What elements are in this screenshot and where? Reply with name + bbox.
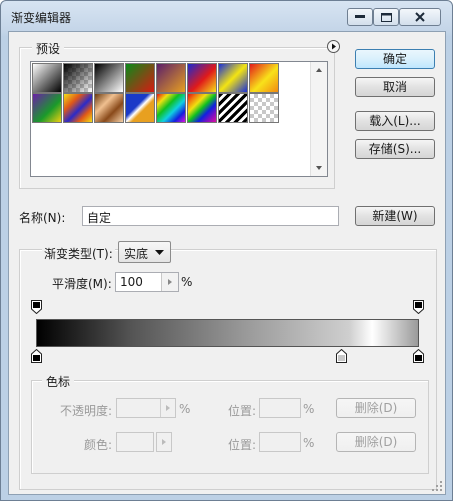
opacity-stop-right[interactable] xyxy=(413,300,424,314)
new-button[interactable]: 新建(W) xyxy=(355,206,435,226)
preset-swatch[interactable] xyxy=(249,93,279,123)
preset-swatch[interactable] xyxy=(63,63,93,93)
stepper-arrow-icon xyxy=(166,405,170,411)
maximize-button[interactable] xyxy=(373,8,399,26)
scroll-down-icon xyxy=(316,166,322,170)
color-label: 颜色: xyxy=(84,438,113,452)
color-stops-legend: 色标 xyxy=(42,373,75,390)
minimize-button[interactable] xyxy=(347,8,373,26)
preset-swatch[interactable] xyxy=(94,93,124,123)
color-midpoint-stop[interactable] xyxy=(336,349,347,363)
save-button[interactable]: 存储(S)... xyxy=(355,139,435,159)
scroll-up-icon xyxy=(316,68,322,72)
title-bar: 渐变编辑器 xyxy=(1,1,452,35)
resize-grip-icon[interactable] xyxy=(431,480,443,492)
preset-swatch[interactable] xyxy=(125,93,155,123)
color-swatch[interactable] xyxy=(116,432,154,452)
name-input[interactable]: 自定 xyxy=(82,206,339,226)
color-picker-arrow-icon xyxy=(162,439,166,445)
preset-swatch[interactable] xyxy=(63,93,93,123)
opacity-stepper[interactable] xyxy=(160,399,175,417)
opacity-delete-button[interactable]: 删除(D) xyxy=(336,398,416,418)
presets-group: 预设 xyxy=(19,40,340,189)
color-stop-right[interactable] xyxy=(413,349,424,363)
preset-swatch[interactable] xyxy=(249,63,279,93)
gradient-type-label: 渐变类型(T): xyxy=(42,245,115,262)
preset-swatch[interactable] xyxy=(218,93,248,123)
preset-swatch[interactable] xyxy=(187,63,217,93)
presets-legend: 预设 xyxy=(32,40,65,57)
dropdown-arrow-icon xyxy=(155,250,164,255)
window-title: 渐变编辑器 xyxy=(11,11,72,25)
opacity-label: 不透明度: xyxy=(60,404,113,418)
opacity-unit: % xyxy=(179,402,191,416)
load-button[interactable]: 载入(L)... xyxy=(355,111,435,131)
maximize-icon xyxy=(380,12,392,22)
preset-swatch[interactable] xyxy=(156,63,186,93)
opacity-stop-left[interactable] xyxy=(31,300,42,314)
smoothness-value: 100 xyxy=(120,275,143,289)
presets-list[interactable] xyxy=(30,61,328,177)
gradient-type-value: 实底 xyxy=(124,247,149,261)
color-location-unit: % xyxy=(303,436,315,450)
opacity-location-unit: % xyxy=(303,402,315,416)
color-stop-left[interactable] xyxy=(31,349,42,363)
smoothness-input[interactable]: 100 xyxy=(115,272,179,292)
color-delete-button[interactable]: 删除(D) xyxy=(336,432,416,452)
opacity-location-input[interactable] xyxy=(259,398,301,418)
name-label: 名称(N): xyxy=(19,211,66,225)
color-stops-group: 色标 xyxy=(31,373,429,474)
preset-swatch[interactable] xyxy=(94,63,124,93)
presets-menu-button[interactable] xyxy=(327,40,340,53)
close-button[interactable] xyxy=(399,8,441,26)
flyout-arrow-icon xyxy=(332,43,336,50)
presets-scrollbar[interactable] xyxy=(310,62,327,176)
opacity-input[interactable] xyxy=(116,398,176,418)
dialog-body: 预设 确定 取消 载入(L)... 存储(S)... 名称(N): 自定 新建(… xyxy=(8,31,446,495)
preset-swatch[interactable] xyxy=(32,93,62,123)
close-icon xyxy=(415,12,425,22)
color-location-input[interactable] xyxy=(259,432,301,452)
preset-swatch[interactable] xyxy=(218,63,248,93)
color-location-label: 位置: xyxy=(228,438,257,452)
stepper-arrow-icon xyxy=(168,279,172,285)
ok-button[interactable]: 确定 xyxy=(355,49,435,69)
gradient-preview-bar[interactable] xyxy=(36,319,419,347)
opacity-location-label: 位置: xyxy=(228,404,257,418)
cancel-button[interactable]: 取消 xyxy=(355,77,435,97)
gradient-editor-window: 渐变编辑器 预设 确定 取消 载入(L)... 存储(S)... 名称(N): … xyxy=(0,0,453,501)
preset-swatch[interactable] xyxy=(125,63,155,93)
smoothness-unit: % xyxy=(181,275,193,289)
smoothness-label: 平滑度(M): xyxy=(52,277,112,291)
preset-swatch[interactable] xyxy=(187,93,217,123)
preset-swatch[interactable] xyxy=(156,93,186,123)
minimize-icon xyxy=(355,15,365,18)
gradient-type-dropdown[interactable]: 实底 xyxy=(118,241,171,263)
smoothness-stepper[interactable] xyxy=(161,273,178,291)
preset-swatch[interactable] xyxy=(32,63,62,93)
color-picker-button[interactable] xyxy=(156,432,172,452)
